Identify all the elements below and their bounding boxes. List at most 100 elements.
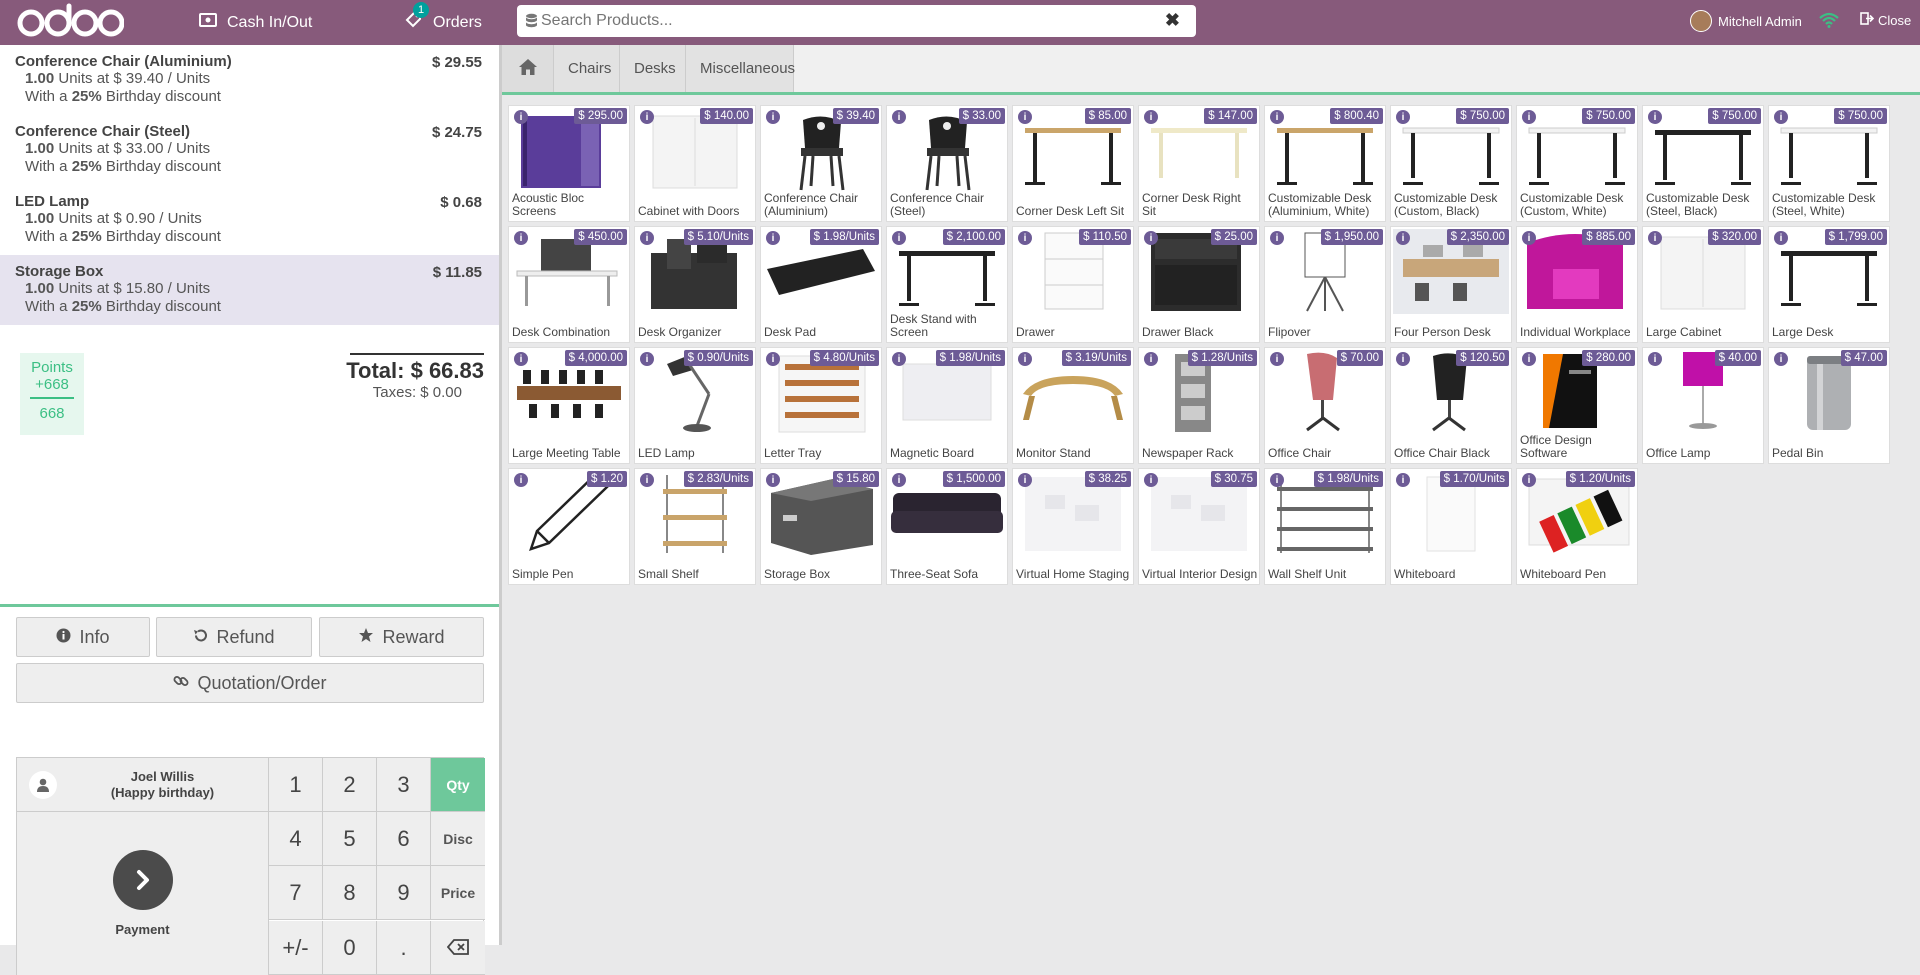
- numpad-key[interactable]: 5: [323, 812, 377, 866]
- info-icon[interactable]: i: [892, 110, 906, 124]
- numpad-key[interactable]: .: [377, 921, 431, 975]
- product-card[interactable]: i $ 1,799.00 Large Desk: [1768, 226, 1890, 343]
- info-icon[interactable]: i: [766, 352, 780, 366]
- numpad-key[interactable]: 1: [269, 758, 323, 812]
- info-icon[interactable]: i: [766, 231, 780, 245]
- info-icon[interactable]: i: [766, 110, 780, 124]
- product-card[interactable]: i $ 885.00 Individual Workplace: [1516, 226, 1638, 343]
- product-card[interactable]: i $ 2,100.00 Desk Stand with Screen: [886, 226, 1008, 343]
- home-category-button[interactable]: [502, 45, 554, 92]
- product-card[interactable]: i $ 1.70/Units Whiteboard: [1390, 468, 1512, 585]
- mode-price-button[interactable]: Price: [431, 866, 485, 920]
- product-card[interactable]: i $ 33.00 Conference Chair (Steel): [886, 105, 1008, 222]
- info-icon[interactable]: i: [1018, 473, 1032, 487]
- info-icon[interactable]: i: [514, 473, 528, 487]
- mode-qty-button[interactable]: Qty: [431, 758, 485, 812]
- orders-button[interactable]: 1 Orders: [405, 0, 482, 45]
- product-card[interactable]: i $ 3.19/Units Monitor Stand: [1012, 347, 1134, 464]
- info-icon[interactable]: i: [1774, 231, 1788, 245]
- info-icon[interactable]: i: [640, 110, 654, 124]
- info-icon[interactable]: i: [892, 352, 906, 366]
- numpad-key[interactable]: 9: [377, 866, 431, 920]
- product-card[interactable]: i $ 2,350.00 Four Person Desk: [1390, 226, 1512, 343]
- info-icon[interactable]: i: [640, 231, 654, 245]
- product-card[interactable]: i $ 1,500.00 Three-Seat Sofa: [886, 468, 1008, 585]
- numpad-key[interactable]: 8: [323, 866, 377, 920]
- info-icon[interactable]: i: [1648, 110, 1662, 124]
- quotation-order-button[interactable]: Quotation/Order: [16, 663, 484, 703]
- product-card[interactable]: i $ 40.00 Office Lamp: [1642, 347, 1764, 464]
- product-card[interactable]: i $ 1.20 Simple Pen: [508, 468, 630, 585]
- info-icon[interactable]: i: [1144, 110, 1158, 124]
- info-button[interactable]: Info: [16, 617, 150, 657]
- cash-in-out-button[interactable]: Cash In/Out: [199, 0, 312, 45]
- product-card[interactable]: i $ 5.10/Units Desk Organizer: [634, 226, 756, 343]
- order-line[interactable]: Storage Box $ 11.85 1.00 Units at $ 15.80 …: [0, 255, 499, 325]
- order-line[interactable]: Conference Chair (Aluminium) $ 29.55 1.00 …: [0, 45, 499, 115]
- numpad-key[interactable]: 0: [323, 921, 377, 975]
- order-line[interactable]: Conference Chair (Steel) $ 24.75 1.00 Unit…: [0, 115, 499, 185]
- product-card[interactable]: i $ 70.00 Office Chair: [1264, 347, 1386, 464]
- product-card[interactable]: i $ 1.98/Units Magnetic Board: [886, 347, 1008, 464]
- clear-search-icon[interactable]: ✖: [1165, 10, 1180, 31]
- info-icon[interactable]: i: [640, 473, 654, 487]
- product-card[interactable]: i $ 280.00 Office Design Software: [1516, 347, 1638, 464]
- product-card[interactable]: i $ 2.83/Units Small Shelf: [634, 468, 756, 585]
- product-card[interactable]: i $ 47.00 Pedal Bin: [1768, 347, 1890, 464]
- numpad-key[interactable]: 2: [323, 758, 377, 812]
- info-icon[interactable]: i: [1522, 352, 1536, 366]
- product-card[interactable]: i $ 147.00 Corner Desk Right Sit: [1138, 105, 1260, 222]
- product-card[interactable]: i $ 110.50 Drawer: [1012, 226, 1134, 343]
- category-chairs[interactable]: Chairs: [554, 45, 620, 92]
- order-line[interactable]: LED Lamp $ 0.68 1.00 Units at $ 0.90 / Uni…: [0, 185, 499, 255]
- numpad-key[interactable]: 7: [269, 866, 323, 920]
- info-icon[interactable]: i: [1396, 473, 1410, 487]
- info-icon[interactable]: i: [514, 352, 528, 366]
- info-icon[interactable]: i: [1522, 110, 1536, 124]
- numpad-key[interactable]: 3: [377, 758, 431, 812]
- product-card[interactable]: i $ 1.20/Units Whiteboard Pen: [1516, 468, 1638, 585]
- product-card[interactable]: i $ 750.00 Customizable Desk (Custom, Blac…: [1390, 105, 1512, 222]
- product-card[interactable]: i $ 1,950.00 Flipover: [1264, 226, 1386, 343]
- refund-button[interactable]: Refund: [156, 617, 312, 657]
- product-card[interactable]: i $ 1.98/Units Wall Shelf Unit: [1264, 468, 1386, 585]
- product-card[interactable]: i $ 38.25 Virtual Home Staging: [1012, 468, 1134, 585]
- info-icon[interactable]: i: [1396, 352, 1410, 366]
- info-icon[interactable]: i: [1648, 352, 1662, 366]
- product-card[interactable]: i $ 1.98/Units Desk Pad: [760, 226, 882, 343]
- info-icon[interactable]: i: [1396, 231, 1410, 245]
- product-card[interactable]: i $ 4.80/Units Letter Tray: [760, 347, 882, 464]
- product-card[interactable]: i $ 39.40 Conference Chair (Aluminium): [760, 105, 882, 222]
- product-card[interactable]: i $ 450.00 Desk Combination: [508, 226, 630, 343]
- info-icon[interactable]: i: [514, 231, 528, 245]
- info-icon[interactable]: i: [1648, 231, 1662, 245]
- info-icon[interactable]: i: [1018, 110, 1032, 124]
- numpad-key[interactable]: 4: [269, 812, 323, 866]
- info-icon[interactable]: i: [1270, 352, 1284, 366]
- product-card[interactable]: i $ 800.40 Customizable Desk (Aluminium, W…: [1264, 105, 1386, 222]
- info-icon[interactable]: i: [1774, 352, 1788, 366]
- product-card[interactable]: i $ 0.90/Units LED Lamp: [634, 347, 756, 464]
- user-menu[interactable]: Mitchell Admin: [1690, 10, 1802, 32]
- product-card[interactable]: i $ 140.00 Cabinet with Doors: [634, 105, 756, 222]
- category-miscellaneous[interactable]: Miscellaneous: [686, 45, 795, 92]
- info-icon[interactable]: i: [1144, 352, 1158, 366]
- info-icon[interactable]: i: [1144, 231, 1158, 245]
- customer-button[interactable]: Joel Willis (Happy birthday): [17, 758, 269, 812]
- product-card[interactable]: i $ 30.75 Virtual Interior Design: [1138, 468, 1260, 585]
- info-icon[interactable]: i: [1018, 231, 1032, 245]
- backspace-button[interactable]: [431, 921, 485, 975]
- product-card[interactable]: i $ 295.00 Acoustic Bloc Screens: [508, 105, 630, 222]
- info-icon[interactable]: i: [1774, 110, 1788, 124]
- product-card[interactable]: i $ 85.00 Corner Desk Left Sit: [1012, 105, 1134, 222]
- reward-button[interactable]: Reward: [319, 617, 484, 657]
- numpad-key[interactable]: +/-: [269, 921, 323, 975]
- product-card[interactable]: i $ 4,000.00 Large Meeting Table: [508, 347, 630, 464]
- product-card[interactable]: i $ 120.50 Office Chair Black: [1390, 347, 1512, 464]
- category-desks[interactable]: Desks: [620, 45, 686, 92]
- payment-button[interactable]: Payment: [17, 812, 269, 975]
- info-icon[interactable]: i: [892, 473, 906, 487]
- numpad-key[interactable]: 6: [377, 812, 431, 866]
- product-card[interactable]: i $ 25.00 Drawer Black: [1138, 226, 1260, 343]
- mode-disc-button[interactable]: Disc: [431, 812, 485, 866]
